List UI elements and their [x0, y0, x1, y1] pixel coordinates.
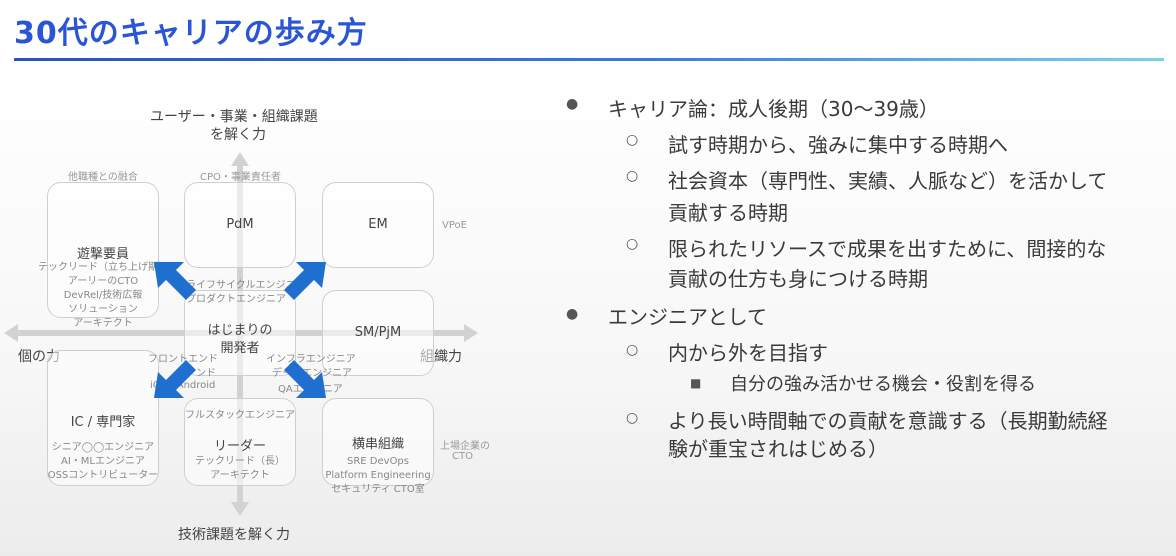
arrow-down-right-icon [284, 360, 326, 398]
bullet-dot-1: ● [566, 96, 579, 112]
slide: 30代のキャリアの歩み方 ユーザー・事業・組織課題 を解く力 技術課題を解く力 … [0, 0, 1176, 556]
bullet-1-3: 限られたリソースで成果を出すために、間接的な [668, 237, 1107, 261]
bullet-circle-4: ○ [626, 342, 639, 358]
bullet-1-2-cont: 貢献する時期 [668, 201, 788, 225]
arrow-down-left-icon [154, 360, 196, 398]
bullet-1-3-cont: 貢献の仕方も身につける時期 [668, 267, 928, 291]
diagonal-arrows [154, 262, 326, 398]
arrow-up-left-icon [154, 262, 196, 300]
bullet-2-1: 内から外を目指す [668, 341, 828, 365]
bullet-1: キャリア論：成人後期（30〜39歳） [608, 97, 939, 121]
bullet-circle-2: ○ [626, 168, 639, 184]
bullet-2-2: より長い時間軸での貢献を意識する（長期勤続経 [668, 409, 1108, 433]
arrow-up-right-icon [284, 262, 326, 300]
bullet-dot-2: ● [566, 306, 579, 322]
bullet-1-1: 試す時期から、強みに集中する時期へ [668, 133, 1008, 157]
bullet-square-1: ■ [690, 376, 702, 390]
bullet-2-1-1: 自分の強み活かせる機会・役割を得る [730, 374, 1036, 395]
bullet-circle-3: ○ [626, 236, 639, 252]
bullet-1-2: 社会資本（専門性、実績、人脈など）を活かして [668, 169, 1108, 193]
bullet-2: エンジニアとして [608, 305, 767, 329]
bullet-circle-5: ○ [626, 410, 639, 426]
bullet-circle-1: ○ [626, 132, 639, 148]
bullet-2-2-cont: 験が重宝されはじめる） [668, 437, 888, 461]
